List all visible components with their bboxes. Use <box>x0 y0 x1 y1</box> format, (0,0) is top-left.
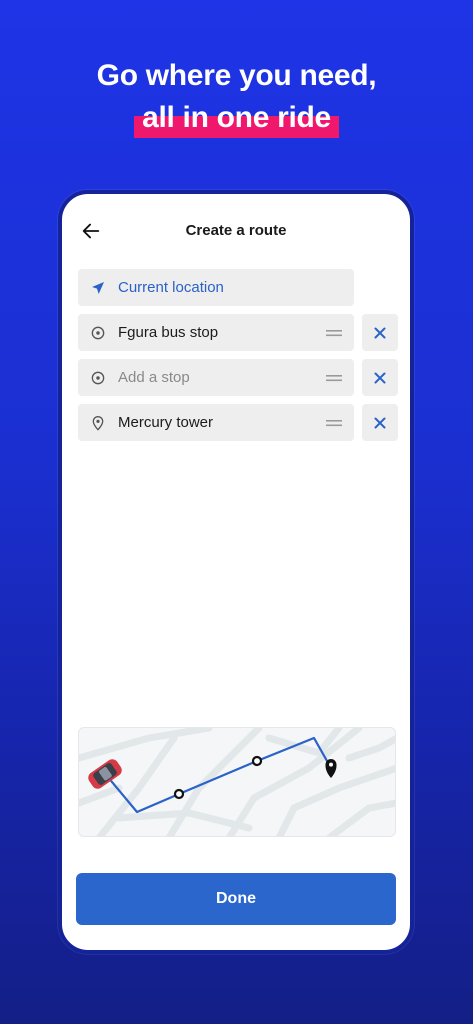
headline-line2-wrap: all in one ride <box>134 98 339 138</box>
navigation-arrow-icon <box>92 281 104 294</box>
stop-marker <box>251 755 263 767</box>
remove-stop-button-2[interactable] <box>362 359 398 396</box>
done-button[interactable]: Done <box>76 873 396 925</box>
destination-field[interactable]: Mercury tower <box>78 404 354 441</box>
close-icon <box>374 327 386 338</box>
location-pin-icon <box>92 415 104 431</box>
target-circle-icon <box>91 326 105 339</box>
close-icon <box>374 417 386 428</box>
remove-stop-button-3[interactable] <box>362 404 398 441</box>
top-bar: Create a route <box>62 194 410 272</box>
drag-handle-icon <box>326 329 342 336</box>
page-title: Create a route <box>185 222 287 239</box>
headline-line1: Go where you need, <box>96 59 377 92</box>
current-location-label: Current location <box>118 279 224 296</box>
target-circle-icon <box>91 371 105 384</box>
phone-frame: Create a route Current location Fgura bu… <box>58 190 414 954</box>
drag-handle[interactable] <box>314 404 354 441</box>
add-stop-placeholder: Add a stop <box>118 369 190 386</box>
stop-field-1[interactable]: Fgura bus stop <box>78 314 354 351</box>
route-map <box>79 728 395 836</box>
add-stop-field[interactable]: Add a stop <box>78 359 354 396</box>
headline: Go where you need, all in one ride <box>0 56 473 138</box>
route-map-preview <box>78 727 396 837</box>
remove-stop-button-1[interactable] <box>362 314 398 351</box>
drag-handle[interactable] <box>314 314 354 351</box>
drag-handle-icon <box>326 419 342 426</box>
current-location-field[interactable]: Current location <box>78 269 354 306</box>
headline-line2: all in one ride <box>142 101 331 134</box>
stop-label-1: Fgura bus stop <box>118 324 219 341</box>
stop-marker <box>173 788 185 800</box>
drag-handle[interactable] <box>314 359 354 396</box>
drag-handle-icon <box>326 374 342 381</box>
destination-label: Mercury tower <box>118 414 214 431</box>
destination-pin-icon <box>325 759 337 778</box>
close-icon <box>374 372 386 383</box>
